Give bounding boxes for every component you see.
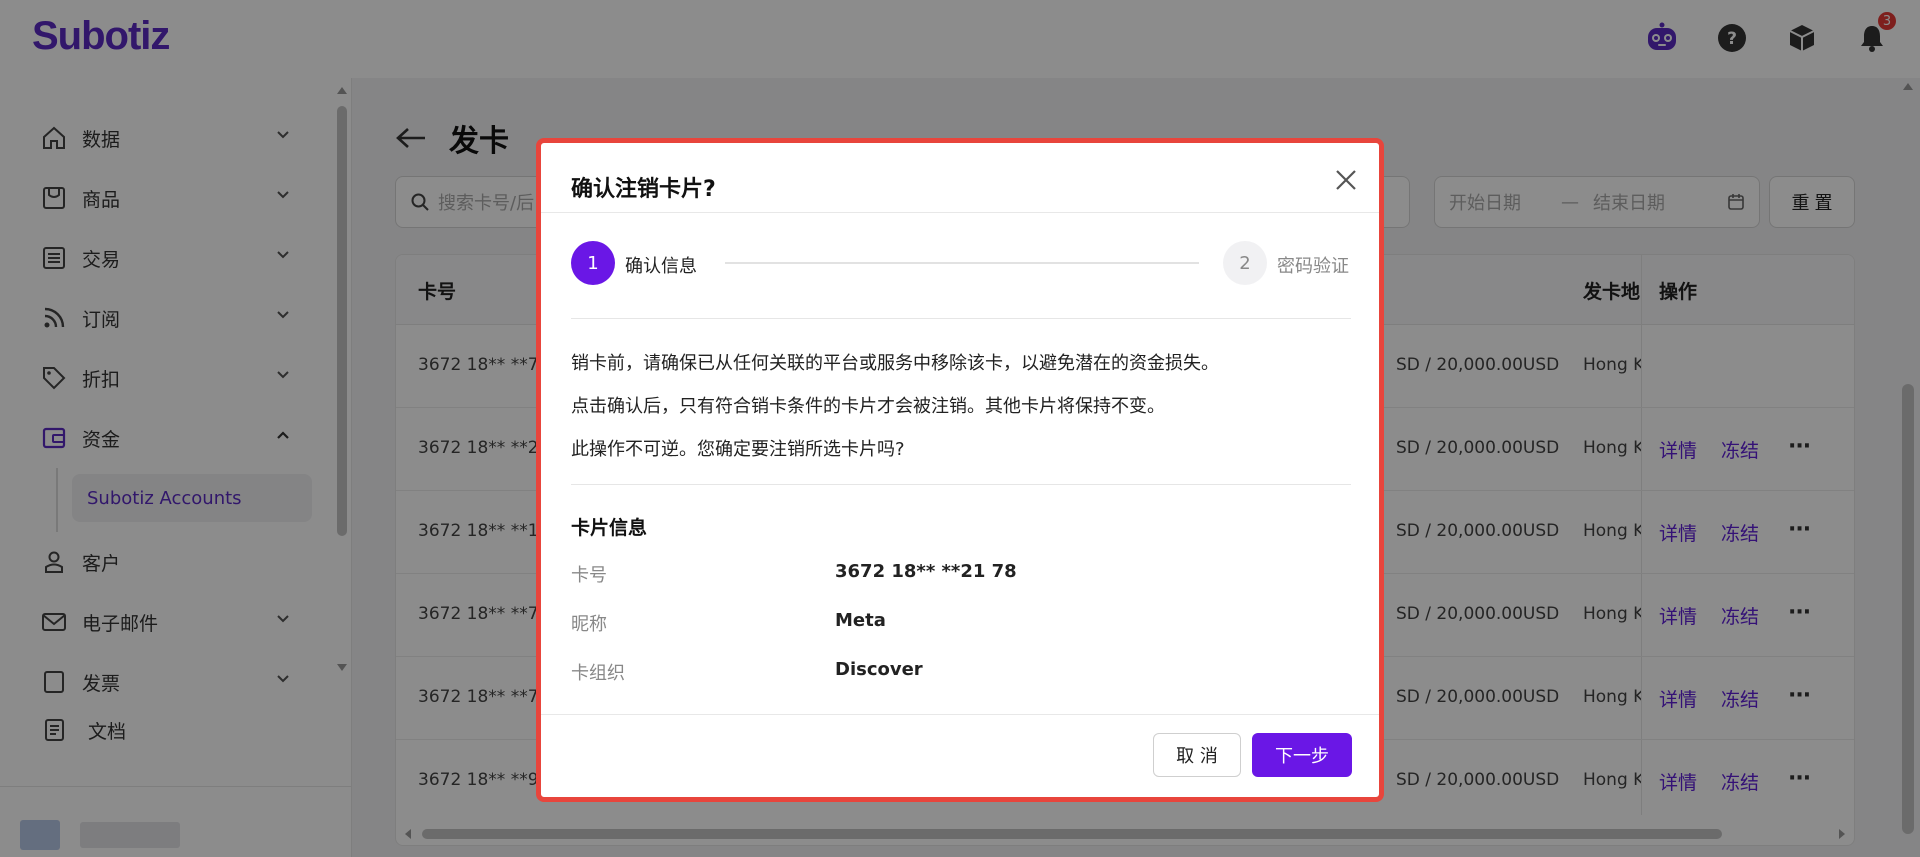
warning-message-2: 点击确认后，只有符合销卡条件的卡片才会被注销。其他卡片将保持不变。 <box>571 396 1165 417</box>
close-icon[interactable] <box>1333 167 1359 193</box>
step-1-circle: 1 <box>571 241 615 285</box>
warning-message-1: 销卡前，请确保已从任何关联的平台或服务中移除该卡，以避免潜在的资金损失。 <box>571 353 1219 374</box>
card-info-title: 卡片信息 <box>571 517 648 539</box>
step-1-label: 确认信息 <box>625 256 697 277</box>
dialog-divider <box>571 484 1351 485</box>
warning-message-3: 此操作不可逆。您确定要注销所选卡片吗? <box>571 439 905 460</box>
step-2-circle: 2 <box>1223 241 1267 285</box>
step-connector <box>725 262 1199 264</box>
step-indicator: 1 确认信息 2 密码验证 <box>571 241 1351 287</box>
next-step-button[interactable]: 下一步 <box>1252 733 1352 777</box>
step-2-label: 密码验证 <box>1277 256 1349 277</box>
dialog-footer: 取 消 下一步 <box>541 714 1379 797</box>
card-no-value: 3672 18** **21 78 <box>835 561 1017 582</box>
card-no-label: 卡号 <box>571 565 607 586</box>
nickname-label: 昵称 <box>571 614 607 635</box>
cancel-card-dialog: 确认注销卡片? 1 确认信息 2 密码验证 销卡前，请确保已从任何关联的平台或服… <box>536 138 1384 802</box>
dialog-title: 确认注销卡片? <box>571 177 716 202</box>
nickname-value: Meta <box>835 610 886 631</box>
dialog-divider <box>571 318 1351 319</box>
card-network-value: Discover <box>835 659 923 680</box>
card-network-label: 卡组织 <box>571 663 625 684</box>
cancel-button[interactable]: 取 消 <box>1153 733 1241 777</box>
dialog-header: 确认注销卡片? <box>541 143 1379 213</box>
